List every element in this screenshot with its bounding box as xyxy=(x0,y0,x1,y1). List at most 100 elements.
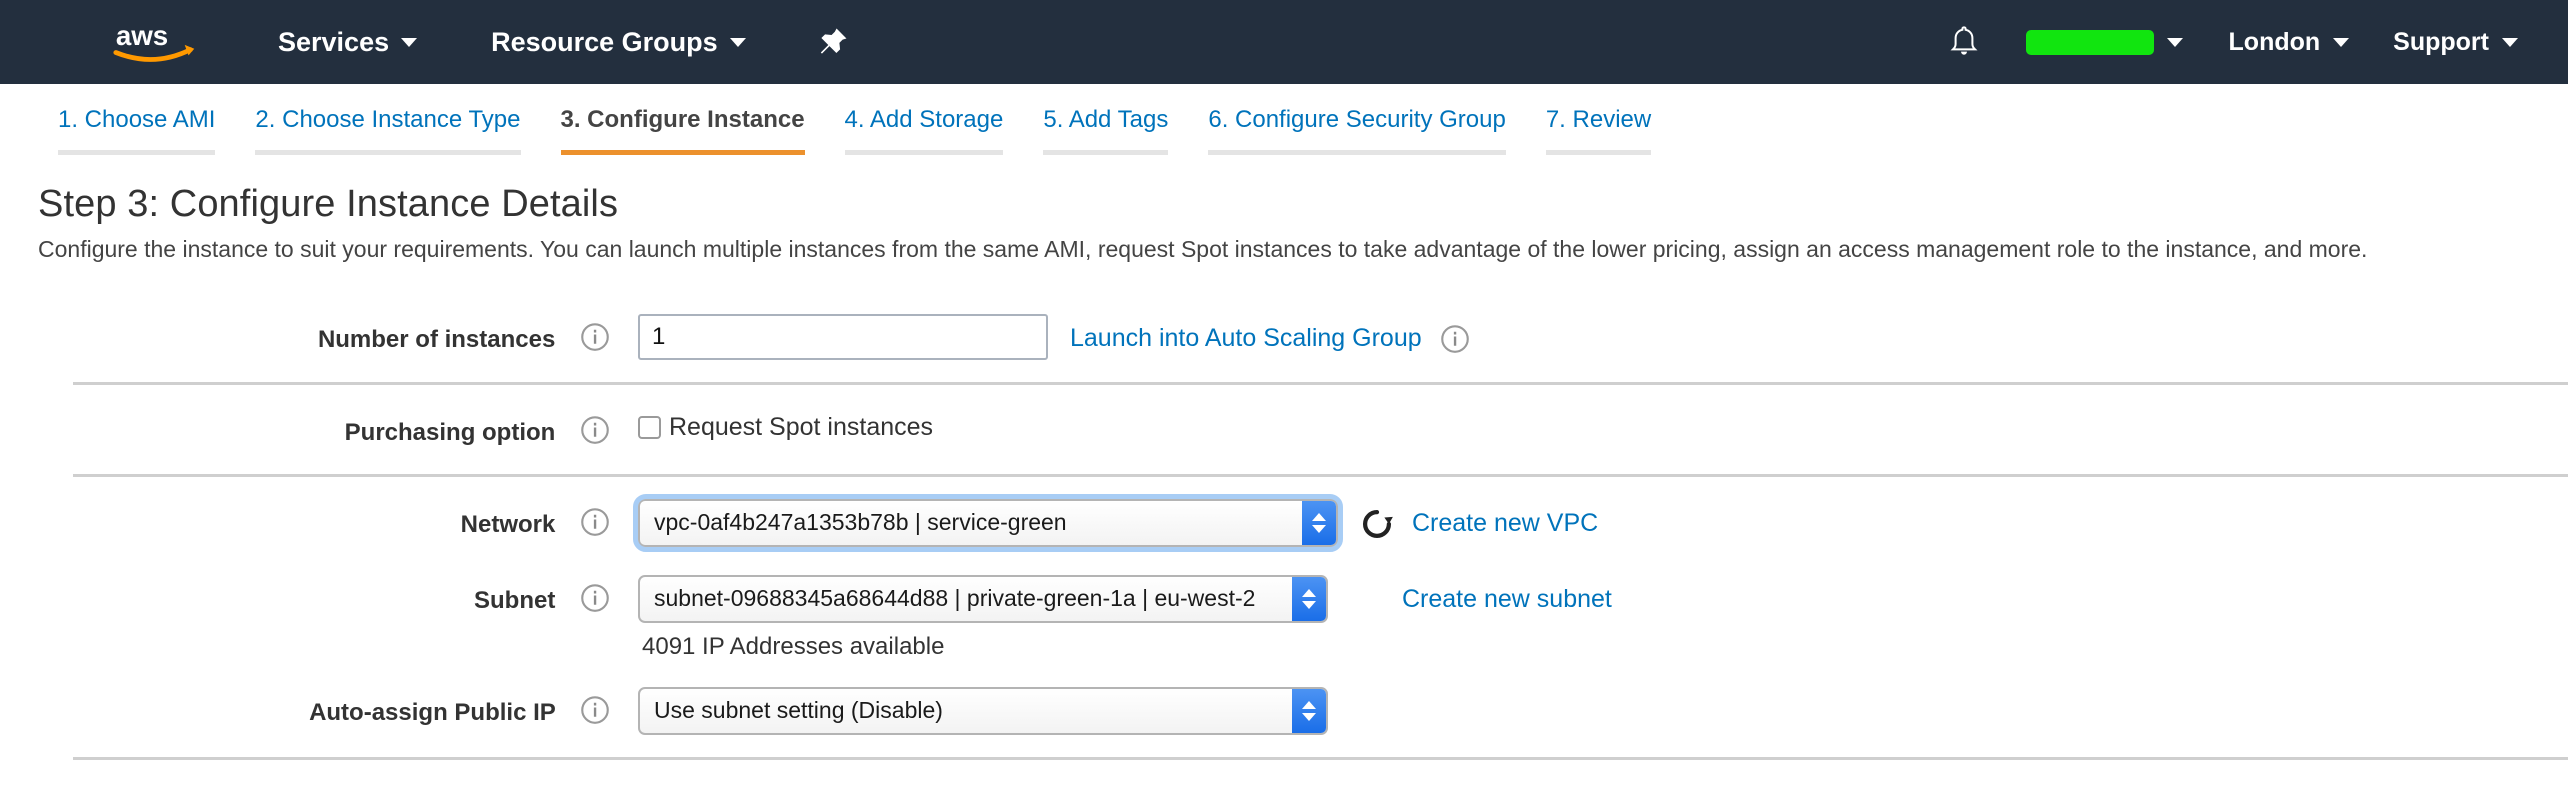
network-select-value: vpc-0af4b247a1353b78b | service-green xyxy=(654,509,1067,536)
select-stepper-icon[interactable] xyxy=(1292,688,1326,733)
account-name-redacted xyxy=(2025,29,2154,55)
network-label: Network xyxy=(460,510,556,538)
subnet-select-box[interactable]: subnet-09688345a68644d88 | private-green… xyxy=(638,574,1328,623)
purchasing-option-field-group: Request Spot instances xyxy=(610,407,933,442)
auto-assign-public-ip-field-group: Use subnet setting (Disable) xyxy=(610,686,1328,735)
auto-assign-public-ip-label-group: Auto-assign Public IP xyxy=(0,687,610,732)
select-stepper-icon[interactable] xyxy=(1292,576,1326,621)
number-of-instances-input[interactable] xyxy=(638,313,1048,360)
request-spot-instances-checkbox[interactable] xyxy=(638,415,661,439)
chevron-up-icon xyxy=(1302,700,1316,709)
aws-logo-icon: aws xyxy=(113,20,195,62)
info-icon[interactable] xyxy=(580,583,610,620)
nav-right-group: London Support xyxy=(1948,0,2530,84)
form-row-network: Network vpc-0af4b247a1353b78b | service-… xyxy=(0,477,2568,569)
info-glyph xyxy=(581,583,609,612)
tab-add-storage[interactable]: 4. Add Storage xyxy=(825,106,1024,155)
tab-underline xyxy=(844,150,1004,155)
tab-underline xyxy=(58,150,216,155)
tab-underline xyxy=(255,150,521,155)
nav-menu-resource-groups-label: Resource Groups xyxy=(491,26,718,57)
request-spot-instances-checkbox-wrap[interactable]: Request Spot instances xyxy=(638,407,933,442)
subnet-label-group: Subnet xyxy=(0,575,610,620)
tab-choose-instance-type[interactable]: 2. Choose Instance Type xyxy=(235,106,540,155)
tab-configure-instance[interactable]: 3. Configure Instance xyxy=(541,106,825,155)
tab-add-storage-label: 4. Add Storage xyxy=(844,106,1004,133)
auto-assign-public-ip-select-box[interactable]: Use subnet setting (Disable) xyxy=(638,686,1328,735)
configure-instance-form: Number of instances Launch into Auto Sca… xyxy=(0,292,2568,760)
nav-menu-services-label: Services xyxy=(278,26,390,57)
page-header: Step 3: Configure Instance Details Confi… xyxy=(0,155,2568,266)
chevron-down-icon xyxy=(2502,37,2518,47)
auto-assign-public-ip-select-value: Use subnet setting (Disable) xyxy=(654,697,943,724)
pushpin-glyph xyxy=(820,28,847,54)
support-menu[interactable]: Support xyxy=(2381,22,2530,63)
refresh-icon[interactable] xyxy=(1360,499,1394,546)
subnet-select-value: subnet-09688345a68644d88 | private-green… xyxy=(654,585,1256,612)
nav-menu-services[interactable]: Services xyxy=(264,21,431,64)
network-select[interactable]: vpc-0af4b247a1353b78b | service-green xyxy=(633,493,1343,552)
subnet-select[interactable]: subnet-09688345a68644d88 | private-green… xyxy=(638,574,1328,623)
pushpin-icon[interactable] xyxy=(816,25,850,59)
info-icon[interactable] xyxy=(580,507,610,544)
chevron-down-icon xyxy=(1302,600,1316,609)
page-title: Step 3: Configure Instance Details xyxy=(38,183,619,225)
svg-text:aws: aws xyxy=(116,20,168,51)
info-icon[interactable] xyxy=(1440,314,1470,359)
tab-choose-ami[interactable]: 1. Choose AMI xyxy=(38,106,235,155)
nav-menu-resource-groups[interactable]: Resource Groups xyxy=(477,21,760,64)
create-new-subnet-link[interactable]: Create new subnet xyxy=(1402,575,1612,614)
tab-configure-security-group[interactable]: 6. Configure Security Group xyxy=(1188,106,1525,155)
tab-review[interactable]: 7. Review xyxy=(1526,106,1671,155)
info-glyph xyxy=(1440,324,1469,353)
network-select-box[interactable]: vpc-0af4b247a1353b78b | service-green xyxy=(638,498,1338,547)
chevron-down-icon xyxy=(2166,37,2183,47)
purchasing-option-label-group: Purchasing option xyxy=(0,407,610,452)
number-of-instances-label: Number of instances xyxy=(317,325,556,353)
info-glyph xyxy=(581,415,609,444)
number-of-instances-label-group: Number of instances xyxy=(0,314,610,359)
chevron-up-icon xyxy=(1312,512,1326,521)
auto-assign-public-ip-select[interactable]: Use subnet setting (Disable) xyxy=(638,686,1328,735)
top-navigation-bar: aws Services Resource Groups London Supp… xyxy=(0,0,2568,84)
tab-underline xyxy=(1208,150,1506,155)
chevron-down-icon xyxy=(1312,524,1326,533)
subnet-field-column: subnet-09688345a68644d88 | private-green… xyxy=(638,574,1328,661)
row-divider xyxy=(73,756,2568,760)
aws-logo[interactable]: aws xyxy=(108,20,264,64)
account-menu[interactable] xyxy=(2014,24,2195,61)
network-field-group: vpc-0af4b247a1353b78b | service-green Cr… xyxy=(610,493,1598,552)
info-glyph xyxy=(581,695,609,724)
create-new-vpc-link[interactable]: Create new VPC xyxy=(1412,499,1598,538)
chevron-down-icon xyxy=(401,37,418,47)
form-row-purchasing-option: Purchasing option Request Spot instances xyxy=(0,385,2568,474)
support-menu-label: Support xyxy=(2393,27,2489,56)
tab-choose-ami-label: 1. Choose AMI xyxy=(58,106,216,133)
tab-choose-instance-type-label: 2. Choose Instance Type xyxy=(255,106,521,133)
tab-underline-active xyxy=(560,150,805,155)
bell-glyph xyxy=(1950,26,1978,55)
info-glyph xyxy=(581,322,609,351)
info-icon[interactable] xyxy=(580,322,610,359)
chevron-up-icon xyxy=(1302,588,1316,597)
info-glyph xyxy=(581,507,609,536)
form-row-auto-assign-public-ip: Auto-assign Public IP Use subnet setting… xyxy=(0,667,2568,757)
tab-review-label: 7. Review xyxy=(1545,106,1652,133)
info-icon[interactable] xyxy=(580,415,610,452)
subnet-ip-availability-text: 4091 IP Addresses available xyxy=(642,632,945,660)
tab-configure-security-group-label: 6. Configure Security Group xyxy=(1208,106,1506,133)
bell-notification-icon[interactable] xyxy=(1948,24,1980,60)
auto-assign-public-ip-label: Auto-assign Public IP xyxy=(309,698,556,726)
region-selector[interactable]: London xyxy=(2217,22,2362,63)
info-icon[interactable] xyxy=(580,695,610,732)
tab-underline xyxy=(1043,150,1169,155)
launch-into-auto-scaling-group-link[interactable]: Launch into Auto Scaling Group xyxy=(1070,314,1422,353)
refresh-glyph xyxy=(1363,509,1393,538)
tab-add-tags[interactable]: 5. Add Tags xyxy=(1023,106,1188,155)
tab-add-tags-label: 5. Add Tags xyxy=(1043,106,1169,133)
page-description: Configure the instance to suit your requ… xyxy=(38,236,2368,262)
form-row-number-of-instances: Number of instances Launch into Auto Sca… xyxy=(0,292,2568,382)
select-stepper-icon[interactable] xyxy=(1302,500,1336,545)
chevron-down-icon xyxy=(2333,37,2350,47)
region-selector-label: London xyxy=(2228,27,2321,56)
